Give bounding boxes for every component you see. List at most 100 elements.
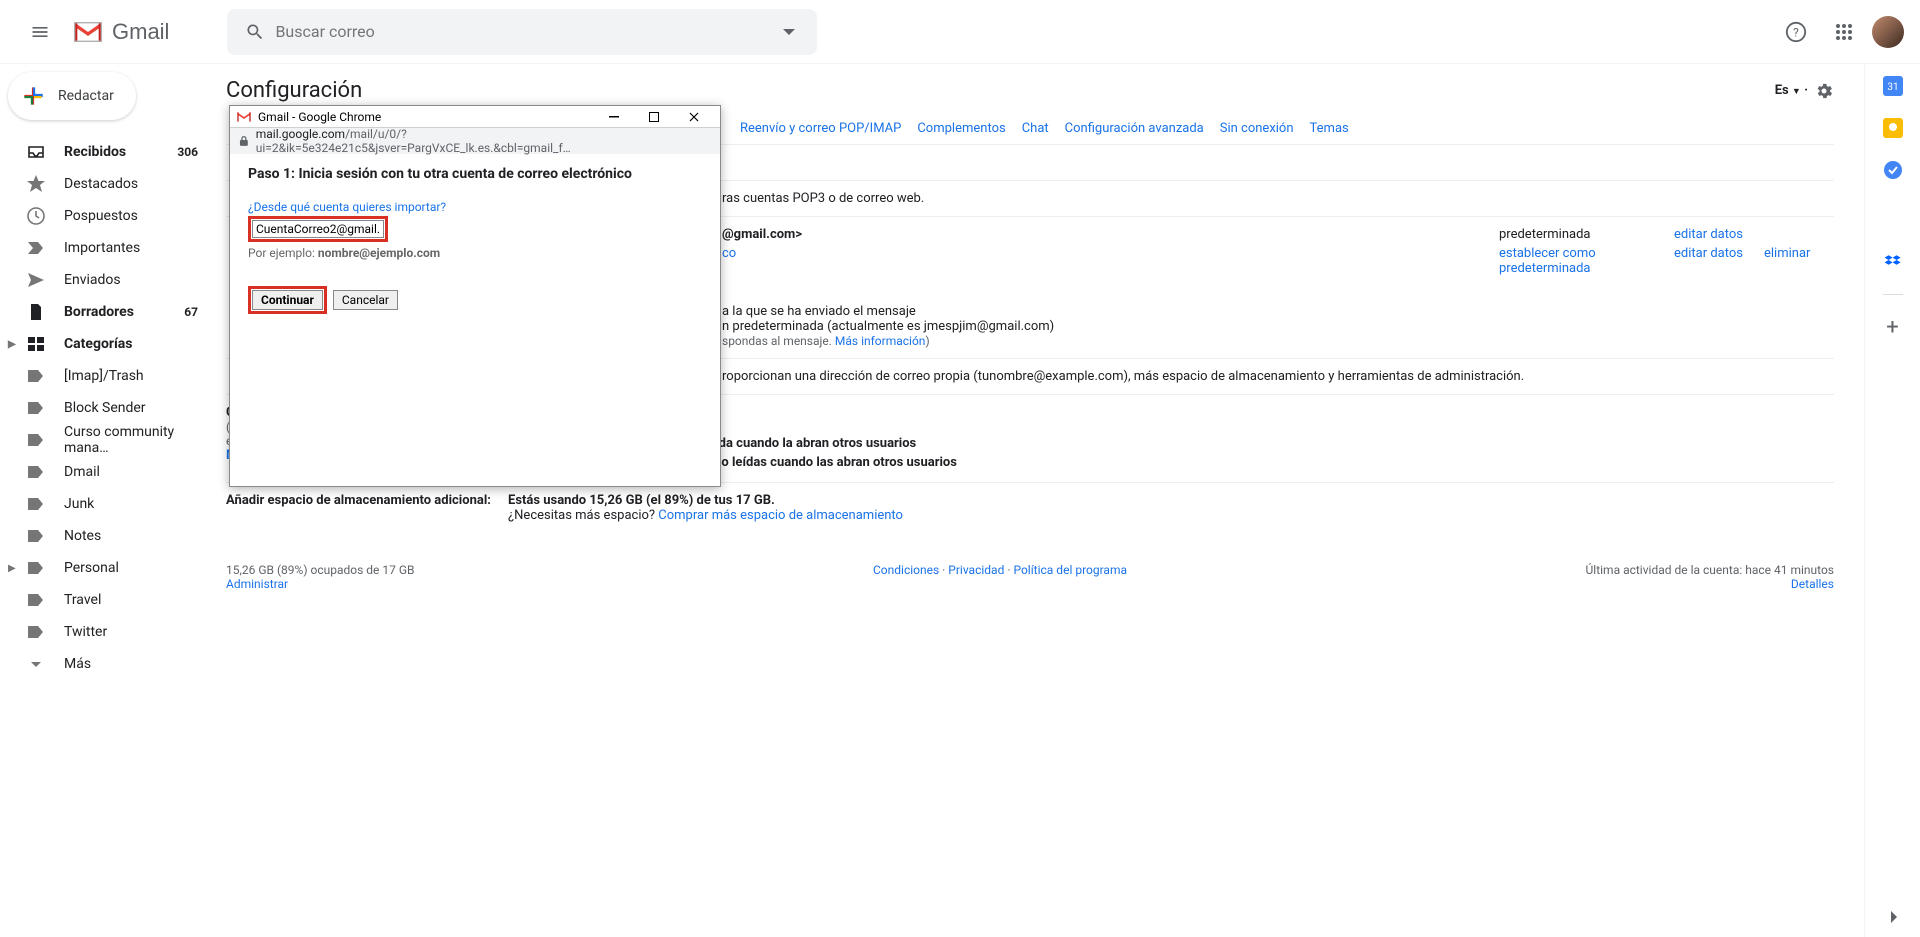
compose-button[interactable]: Redactar bbox=[8, 72, 136, 120]
account-avatar[interactable] bbox=[1872, 16, 1904, 48]
sendas-email-2[interactable]: co bbox=[722, 246, 736, 261]
tag-icon bbox=[26, 590, 46, 610]
delete-link[interactable]: eliminar bbox=[1764, 246, 1810, 261]
nav-item-8[interactable]: Block Sender bbox=[0, 392, 210, 424]
nav-label: Categorías bbox=[64, 336, 132, 352]
nav-label: Destacados bbox=[64, 176, 138, 192]
popup-address-bar: mail.google.com/mail/u/0/?ui=2&ik=5e324e… bbox=[230, 128, 720, 154]
header: Gmail ? bbox=[0, 0, 1920, 64]
nav-label: Recibidos bbox=[64, 144, 126, 160]
nav-item-9[interactable]: Curso community mana… bbox=[0, 424, 210, 456]
nav-item-6[interactable]: ▶ Categorías bbox=[0, 328, 210, 360]
nav-item-13[interactable]: ▶Personal bbox=[0, 552, 210, 584]
help-icon: ? bbox=[1785, 21, 1807, 43]
gmail-logo[interactable]: Gmail bbox=[64, 19, 177, 45]
sendas-email-1: @gmail.com> bbox=[722, 227, 802, 242]
page-title: Configuración bbox=[226, 78, 362, 103]
settings-gear-button[interactable] bbox=[1814, 81, 1834, 101]
details-link[interactable]: Detalles bbox=[1791, 577, 1834, 591]
star-icon bbox=[26, 174, 46, 194]
apps-button[interactable] bbox=[1824, 12, 1864, 52]
nav-item-11[interactable]: Junk bbox=[0, 488, 210, 520]
privacy-link[interactable]: Privacidad bbox=[948, 563, 1004, 577]
nav-item-2[interactable]: Pospuestos bbox=[0, 200, 210, 232]
reply-info-1: a la que se ha enviado el mensaje bbox=[722, 304, 1834, 319]
tab-5[interactable]: Temas bbox=[1310, 121, 1349, 144]
hide-side-panel-button[interactable] bbox=[1886, 909, 1902, 925]
sendas-default-label: predeterminada bbox=[1499, 227, 1674, 242]
manage-storage-link[interactable]: Administrar bbox=[226, 577, 288, 591]
file-icon bbox=[26, 302, 46, 322]
set-default-link[interactable]: establecer como predeterminada bbox=[1499, 246, 1596, 276]
close-button[interactable] bbox=[674, 107, 714, 127]
minimize-button[interactable] bbox=[594, 107, 634, 127]
tag-icon bbox=[26, 398, 46, 418]
more-info-link[interactable]: Más información bbox=[835, 334, 926, 348]
nav-item-7[interactable]: [Imap]/Trash bbox=[0, 360, 210, 392]
compose-label: Redactar bbox=[58, 88, 114, 104]
nav-item-5[interactable]: Borradores 67 bbox=[0, 296, 210, 328]
nav-item-12[interactable]: Notes bbox=[0, 520, 210, 552]
get-addons-button[interactable]: + bbox=[1883, 317, 1903, 337]
nav-label: Curso community mana… bbox=[64, 424, 198, 456]
send-icon bbox=[26, 270, 46, 290]
nav-item-15[interactable]: Twitter bbox=[0, 616, 210, 648]
more-icon bbox=[26, 654, 46, 674]
plus-icon: + bbox=[1886, 315, 1898, 340]
cancel-button[interactable]: Cancelar bbox=[333, 290, 398, 310]
dropbox-addon[interactable] bbox=[1883, 252, 1903, 272]
nav-item-14[interactable]: Travel bbox=[0, 584, 210, 616]
categories-icon bbox=[26, 334, 46, 354]
svg-text:?: ? bbox=[1793, 25, 1799, 39]
gear-icon bbox=[1814, 81, 1834, 101]
tasks-addon[interactable] bbox=[1883, 160, 1903, 180]
continue-button[interactable]: Continuar bbox=[252, 290, 323, 310]
nav-item-1[interactable]: Destacados bbox=[0, 168, 210, 200]
expand-arrow-icon: ▶ bbox=[8, 339, 16, 350]
search-bar[interactable] bbox=[227, 9, 817, 55]
nav-item-4[interactable]: Enviados bbox=[0, 264, 210, 296]
tag-icon bbox=[26, 494, 46, 514]
popup-heading: Paso 1: Inicia sesión con tu otra cuenta… bbox=[248, 166, 702, 182]
popup-titlebar[interactable]: Gmail - Google Chrome bbox=[230, 106, 720, 128]
tab-3[interactable]: Configuración avanzada bbox=[1065, 121, 1204, 144]
maximize-icon bbox=[649, 112, 659, 122]
keep-addon[interactable] bbox=[1883, 118, 1903, 138]
tab-2[interactable]: Chat bbox=[1022, 121, 1049, 144]
edit-data-link-1[interactable]: editar datos bbox=[1674, 227, 1743, 242]
buy-storage-link[interactable]: Comprar más espacio de almacenamiento bbox=[658, 508, 903, 523]
footer-storage: 15,26 GB (89%) ocupados de 17 GB bbox=[226, 563, 415, 577]
program-policy-link[interactable]: Política del programa bbox=[1013, 563, 1127, 577]
tag-icon bbox=[26, 430, 46, 450]
caret-down-icon bbox=[783, 26, 795, 38]
terms-link[interactable]: Condiciones bbox=[873, 563, 939, 577]
tab-4[interactable]: Sin conexión bbox=[1220, 121, 1294, 144]
main-menu-button[interactable] bbox=[16, 8, 64, 56]
import-question: ¿Desde qué cuenta quieres importar? bbox=[248, 200, 702, 214]
tab-1[interactable]: Complementos bbox=[917, 121, 1005, 144]
nav-item-10[interactable]: Dmail bbox=[0, 456, 210, 488]
import-email-input[interactable] bbox=[252, 220, 384, 238]
keep-icon bbox=[1883, 118, 1903, 138]
calendar-addon[interactable]: 31 bbox=[1883, 76, 1903, 96]
search-input[interactable] bbox=[275, 22, 769, 41]
nav-count: 306 bbox=[177, 145, 198, 159]
dropbox-icon bbox=[1883, 252, 1903, 272]
edit-data-link-2[interactable]: editar datos bbox=[1674, 246, 1743, 261]
tag-icon bbox=[26, 558, 46, 578]
tab-0[interactable]: Reenvío y correo POP/IMAP bbox=[740, 121, 901, 144]
nav-item-16[interactable]: Más bbox=[0, 648, 210, 680]
nav-item-0[interactable]: Recibidos 306 bbox=[0, 136, 210, 168]
language-selector[interactable]: Es ▼ · bbox=[1775, 83, 1808, 98]
nav-item-3[interactable]: Importantes bbox=[0, 232, 210, 264]
logo-text: Gmail bbox=[112, 19, 169, 45]
tag-icon bbox=[26, 622, 46, 642]
maximize-button[interactable] bbox=[634, 107, 674, 127]
nav-label: Importantes bbox=[64, 240, 140, 256]
search-options-dropdown[interactable] bbox=[769, 26, 809, 38]
lock-icon bbox=[238, 135, 250, 147]
nav-label: Borradores bbox=[64, 304, 134, 320]
support-button[interactable]: ? bbox=[1776, 12, 1816, 52]
last-activity: Última actividad de la cuenta: hace 41 m… bbox=[1586, 563, 1835, 577]
nav-count: 67 bbox=[184, 305, 198, 319]
